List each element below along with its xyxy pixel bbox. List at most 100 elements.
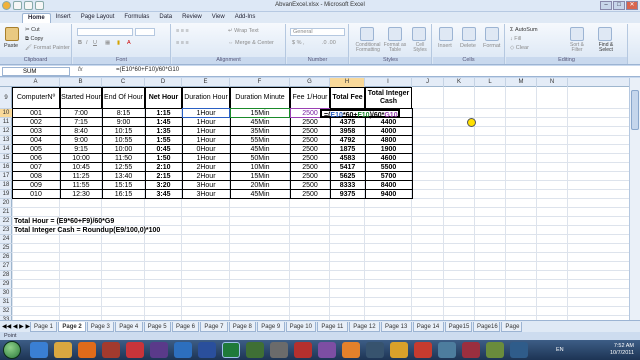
borders-icon[interactable]: ▦: [105, 40, 110, 46]
maximize-icon[interactable]: □: [613, 1, 625, 10]
app3-icon[interactable]: [390, 342, 408, 358]
sheet-tab[interactable]: Page 6: [172, 322, 200, 332]
column-header-c[interactable]: C: [102, 78, 145, 87]
font-color-icon[interactable]: A: [127, 40, 131, 46]
table-cell[interactable]: 007: [12, 163, 60, 172]
table-cell[interactable]: 8:15: [102, 109, 145, 118]
explorer-icon[interactable]: [54, 342, 72, 358]
column-header-a[interactable]: A: [12, 78, 60, 87]
tab-data[interactable]: Data: [154, 13, 177, 23]
table-cell[interactable]: 11:50: [102, 154, 145, 163]
powerpoint-icon[interactable]: [294, 342, 312, 358]
app6-icon[interactable]: [462, 342, 480, 358]
sheet-tab[interactable]: Page 12: [349, 322, 380, 332]
sort-filter-button[interactable]: Sort & Filter: [564, 43, 590, 53]
app4-icon[interactable]: [414, 342, 432, 358]
column-header-l[interactable]: L: [475, 78, 506, 87]
column-header-f[interactable]: F: [230, 78, 290, 87]
table-cell[interactable]: 15Min: [230, 109, 290, 118]
column-header-k[interactable]: K: [444, 78, 475, 87]
conditional-formatting-button[interactable]: Conditional Formatting: [352, 43, 384, 53]
table-cell[interactable]: 12:30: [60, 190, 102, 199]
table-cell[interactable]: 9:00: [102, 118, 145, 127]
table-cell[interactable]: 1:35: [145, 127, 182, 136]
table-cell[interactable]: 10:00: [60, 154, 102, 163]
app2-icon[interactable]: [366, 342, 384, 358]
font-size-select[interactable]: [135, 28, 155, 36]
table-cell[interactable]: 9375: [330, 190, 365, 199]
table-cell[interactable]: 7:00: [60, 109, 102, 118]
table-cell[interactable]: 5700: [365, 172, 412, 181]
table-cell[interactable]: 2500: [290, 181, 330, 190]
column-header-j[interactable]: J: [412, 78, 444, 87]
table-cell[interactable]: 2500: [290, 163, 330, 172]
table-cell[interactable]: 003: [12, 127, 60, 136]
tab-formulas[interactable]: Formulas: [119, 13, 154, 23]
formula-input[interactable]: =(E10*60+F10)/60*G10: [116, 67, 179, 73]
sheet-tab[interactable]: Page 2: [58, 322, 86, 332]
table-cell[interactable]: 11:25: [60, 172, 102, 181]
table-cell[interactable]: 15Min: [230, 172, 290, 181]
currency-icon[interactable]: $ % ,: [292, 40, 305, 46]
table-cell[interactable]: 4000: [365, 127, 412, 136]
table-cell[interactable]: 1Hour: [182, 136, 230, 145]
minimize-icon[interactable]: –: [600, 1, 612, 10]
tab-home[interactable]: Home: [22, 13, 51, 23]
table-cell[interactable]: 4600: [365, 154, 412, 163]
table-cell[interactable]: 004: [12, 136, 60, 145]
sheet-tab[interactable]: Page 11: [317, 322, 349, 332]
column-header-b[interactable]: B: [60, 78, 102, 87]
row-header-28[interactable]: 28: [0, 271, 12, 280]
format-table-icon[interactable]: [388, 27, 402, 41]
table-cell[interactable]: 9:00: [60, 136, 102, 145]
firefox-icon[interactable]: [342, 342, 360, 358]
align-left-icon[interactable]: ≡ ≡ ≡: [176, 40, 189, 46]
sheet-tab[interactable]: Page 10: [285, 322, 317, 332]
name-box[interactable]: SUM: [2, 67, 70, 76]
word-icon[interactable]: [198, 342, 216, 358]
row-header-13[interactable]: 13: [0, 136, 12, 145]
table-cell[interactable]: 7:15: [60, 118, 102, 127]
row-header-23[interactable]: 23: [0, 226, 12, 235]
table-cell[interactable]: 2500: [290, 190, 330, 199]
row-header-31[interactable]: 31: [0, 298, 12, 307]
table-cell[interactable]: 10:15: [102, 127, 145, 136]
table-cell[interactable]: 005: [12, 145, 60, 154]
table-cell[interactable]: 0:45: [145, 145, 182, 154]
table-cell[interactable]: 3958: [330, 127, 365, 136]
table-cell[interactable]: 9:15: [60, 145, 102, 154]
clock[interactable]: 7:52 AM 10/7/2011: [610, 343, 634, 357]
table-cell[interactable]: 001: [12, 109, 60, 118]
table-cell[interactable]: 45Min: [230, 145, 290, 154]
table-cell[interactable]: 4583: [330, 154, 365, 163]
table-cell[interactable]: 0Hour: [182, 145, 230, 154]
table-cell[interactable]: 1900: [365, 145, 412, 154]
table-cell[interactable]: 1Hour: [182, 154, 230, 163]
sheet-tab[interactable]: Page 13: [381, 322, 412, 332]
table-cell[interactable]: 4792: [330, 136, 365, 145]
table-cell[interactable]: 10:00: [102, 145, 145, 154]
sheet-tab[interactable]: Page 5: [143, 322, 171, 332]
row-header-12[interactable]: 12: [0, 127, 12, 136]
table-cell[interactable]: 2Hour: [182, 172, 230, 181]
table-cell[interactable]: 1875: [330, 145, 365, 154]
table-cell[interactable]: 20Min: [230, 181, 290, 190]
insert-cells-icon[interactable]: [439, 27, 453, 41]
table-cell[interactable]: 008: [12, 172, 60, 181]
cell-styles-button[interactable]: Cell Styles: [410, 43, 430, 53]
sheet-tab[interactable]: Page 8: [228, 322, 257, 332]
insert-button[interactable]: Insert: [438, 43, 452, 49]
table-cell[interactable]: 45Min: [230, 118, 290, 127]
table-cell[interactable]: 2Hour: [182, 163, 230, 172]
worksheet-grid[interactable]: ComputerNº Started Hour End Of Hour Net Hou…: [12, 87, 629, 320]
media-app-icon[interactable]: [270, 342, 288, 358]
decimal-icon[interactable]: .0 .00: [322, 40, 336, 46]
italic-icon[interactable]: I: [86, 40, 88, 46]
table-cell[interactable]: 2:10: [145, 163, 182, 172]
sheet-tab[interactable]: Page16: [473, 322, 501, 332]
table-cell[interactable]: 5625: [330, 172, 365, 181]
ie-icon[interactable]: [30, 342, 48, 358]
tab-review[interactable]: Review: [177, 13, 207, 23]
tab-pagelayout[interactable]: Page Layout: [76, 13, 120, 23]
row-header-29[interactable]: 29: [0, 280, 12, 289]
